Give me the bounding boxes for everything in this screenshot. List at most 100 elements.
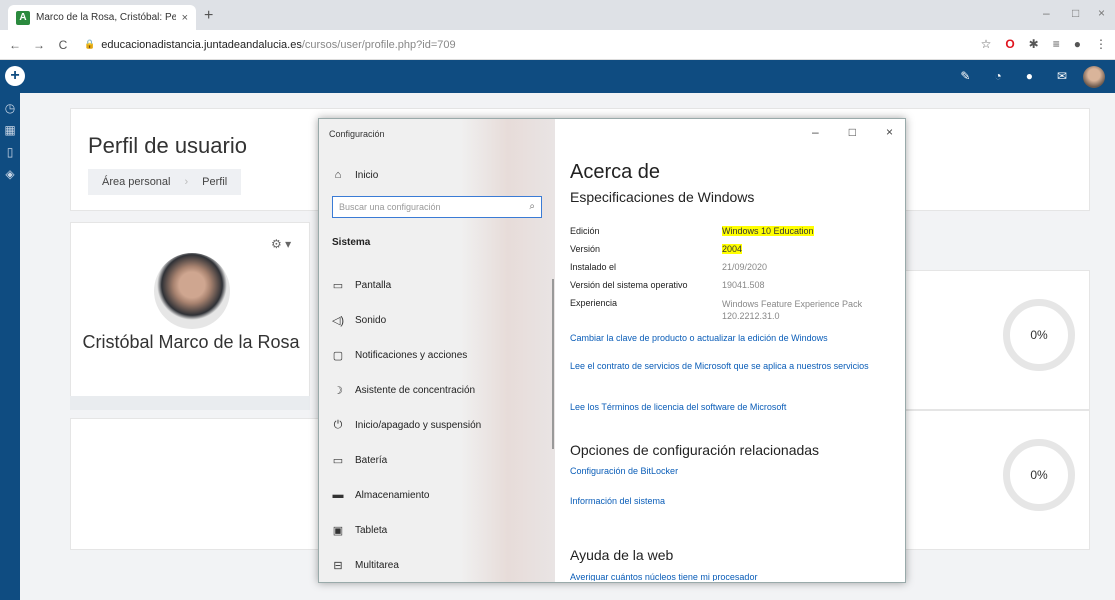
- add-icon[interactable]: +: [5, 66, 25, 86]
- spec-value: 19041.508: [722, 280, 765, 290]
- close-window-button[interactable]: ×: [1098, 6, 1105, 20]
- nav-item-label: Almacenamiento: [355, 489, 430, 501]
- window-title: Configuración: [329, 129, 385, 139]
- extensions-puzzle-icon[interactable]: ✱: [1029, 37, 1039, 51]
- messages-icon[interactable]: ●: [1026, 69, 1033, 83]
- maximize-window-button[interactable]: □: [1072, 6, 1079, 20]
- nav-item-bateria[interactable]: ▭ Batería: [331, 454, 387, 467]
- nav-item-label: Sonido: [355, 315, 387, 326]
- spec-key: Edición: [570, 226, 600, 236]
- nav-item-label: Tableta: [355, 525, 388, 536]
- notifications-bell-icon[interactable]: ◔: [994, 69, 1001, 83]
- bookmark-star-icon[interactable]: ☆: [981, 37, 992, 51]
- spec-row: Edición Windows 10 Education: [570, 226, 814, 236]
- tab-close-button[interactable]: ×: [182, 12, 188, 24]
- settings-search-input[interactable]: Buscar una configuración ⌕: [332, 196, 542, 218]
- spec-key: Experiencia: [570, 298, 618, 308]
- license-terms-link[interactable]: Lee los Términos de licencia del softwar…: [570, 401, 880, 415]
- system-info-link[interactable]: Información del sistema: [570, 495, 880, 509]
- spec-value: 2004: [722, 244, 743, 254]
- lock-icon: 🔒: [84, 39, 96, 49]
- storage-icon: ▬: [332, 489, 344, 501]
- site-favicon-icon: A: [16, 10, 30, 25]
- url-field[interactable]: 🔒 educacionadistancia.juntadeandalucia.e…: [84, 39, 456, 51]
- courses-icon[interactable]: ◈: [0, 167, 20, 181]
- spec-value: Windows Feature Experience Pack 120.2212…: [722, 299, 863, 322]
- settings-close-button[interactable]: ×: [886, 125, 893, 139]
- files-icon[interactable]: ▯: [0, 145, 20, 159]
- settings-maximize-button[interactable]: □: [849, 125, 856, 139]
- multitask-icon: ⊟: [333, 560, 343, 572]
- progress-ring: 0%: [1003, 439, 1075, 511]
- nav-item-almacenamiento[interactable]: ▬ Almacenamiento: [331, 489, 430, 501]
- related-settings-title: Opciones de configuración relacionadas: [570, 442, 820, 458]
- nav-item-label: Notificaciones y acciones: [355, 350, 468, 361]
- reload-icon[interactable]: C: [54, 38, 72, 52]
- user-name: Cristóbal Marco de la Rosa: [82, 332, 300, 352]
- breadcrumb-profile[interactable]: Perfil: [188, 169, 241, 195]
- nav-drawer: ◷ ▦ ▯ ◈: [0, 93, 20, 600]
- pin-icon[interactable]: ✎: [960, 69, 970, 83]
- mail-icon[interactable]: ✉: [1057, 69, 1067, 83]
- opera-extension-icon[interactable]: O: [1005, 37, 1014, 51]
- breadcrumb: Área personal › Perfil: [88, 169, 242, 195]
- nav-item-pantalla[interactable]: ▭ Pantalla: [331, 279, 391, 292]
- tablet-icon: ▣: [332, 525, 344, 537]
- nav-item-inicio-apagado[interactable]: ⏻ Inicio/apagado y suspensión: [331, 419, 482, 432]
- bitlocker-link[interactable]: Configuración de BitLocker: [570, 465, 880, 479]
- profile-avatar-icon[interactable]: ●: [1074, 37, 1081, 51]
- user-menu-avatar[interactable]: [1083, 66, 1105, 88]
- nav-item-label: Batería: [355, 455, 388, 466]
- back-arrow-icon[interactable]: ←: [6, 38, 24, 52]
- progress-ring: 0%: [1003, 299, 1075, 371]
- power-icon: ⏻: [333, 419, 343, 431]
- display-icon: ▭: [332, 280, 344, 292]
- sound-icon: ◁): [331, 315, 345, 327]
- specs-title: Especificaciones de Windows: [570, 189, 755, 205]
- search-placeholder: Buscar una configuración: [339, 202, 441, 212]
- spec-row: Experiencia Windows Feature Experience Pa…: [570, 298, 862, 321]
- dashboard-icon[interactable]: ◷: [0, 101, 20, 115]
- browser-tab-bar: A Marco de la Rosa, Cristóbal: Perf × + …: [0, 0, 1115, 30]
- change-product-key-link[interactable]: Cambiar la clave de producto o actualiza…: [570, 332, 880, 346]
- url-path: /cursos/user/profile.php?id=709: [301, 38, 456, 51]
- browser-tab[interactable]: A Marco de la Rosa, Cristóbal: Perf ×: [8, 5, 196, 30]
- reading-list-icon[interactable]: ≡: [1053, 37, 1060, 51]
- spec-row: Versión 2004: [570, 244, 743, 254]
- notifications-icon: ▢: [332, 350, 344, 362]
- breadcrumb-home[interactable]: Área personal: [88, 169, 185, 195]
- about-title: Acerca de: [570, 161, 661, 183]
- calendar-icon[interactable]: ▦: [0, 123, 20, 137]
- processor-cores-link[interactable]: Averiguar cuántos núcleos tiene mi proce…: [570, 571, 880, 581]
- tab-title: Marco de la Rosa, Cristóbal: Perf: [36, 12, 176, 23]
- address-bar-row: ← → C 🔒 educacionadistancia.juntadeandal…: [0, 30, 1115, 60]
- settings-minimize-button[interactable]: –: [812, 125, 819, 139]
- profile-card-footer: [70, 396, 310, 410]
- nav-item-multitarea[interactable]: ⊟ Multitarea: [331, 559, 399, 572]
- home-icon: ⌂: [334, 169, 342, 181]
- nav-item-tableta[interactable]: ▣ Tableta: [331, 524, 387, 537]
- services-agreement-link[interactable]: Lee el contrato de servicios de Microsof…: [570, 360, 880, 374]
- minimize-window-button[interactable]: –: [1043, 6, 1050, 20]
- search-icon: ⌕: [529, 201, 535, 212]
- spec-value: 21/09/2020: [722, 262, 768, 272]
- focus-assist-icon: ☽: [333, 385, 343, 397]
- nav-item-notificaciones[interactable]: ▢ Notificaciones y acciones: [331, 349, 467, 362]
- settings-nav-pane: Configuración ⌂ Inicio Buscar una config…: [319, 119, 555, 582]
- battery-icon: ▭: [332, 455, 344, 467]
- nav-scrollbar[interactable]: [552, 279, 554, 449]
- spec-key: Versión: [570, 244, 601, 254]
- nav-item-sonido[interactable]: ◁) Sonido: [331, 314, 386, 327]
- site-navbar: + ✎ ◔ ● ✉: [0, 60, 1115, 93]
- spec-key: Versión del sistema operativo: [570, 280, 688, 290]
- settings-home-item[interactable]: ⌂ Inicio: [331, 169, 379, 181]
- url-host: educacionadistancia.juntadeandalucia.es: [101, 38, 302, 51]
- course-progress-card: 0%: [905, 270, 1090, 410]
- new-tab-button[interactable]: +: [204, 7, 213, 25]
- home-label: Inicio: [355, 169, 379, 181]
- forward-arrow-icon[interactable]: →: [30, 38, 48, 52]
- browser-menu-icon[interactable]: ⋮: [1095, 37, 1107, 51]
- nav-item-asistente[interactable]: ☽ Asistente de concentración: [331, 384, 475, 397]
- gear-icon[interactable]: ⚙ ▾: [271, 237, 291, 251]
- nav-item-label: Asistente de concentración: [355, 385, 476, 396]
